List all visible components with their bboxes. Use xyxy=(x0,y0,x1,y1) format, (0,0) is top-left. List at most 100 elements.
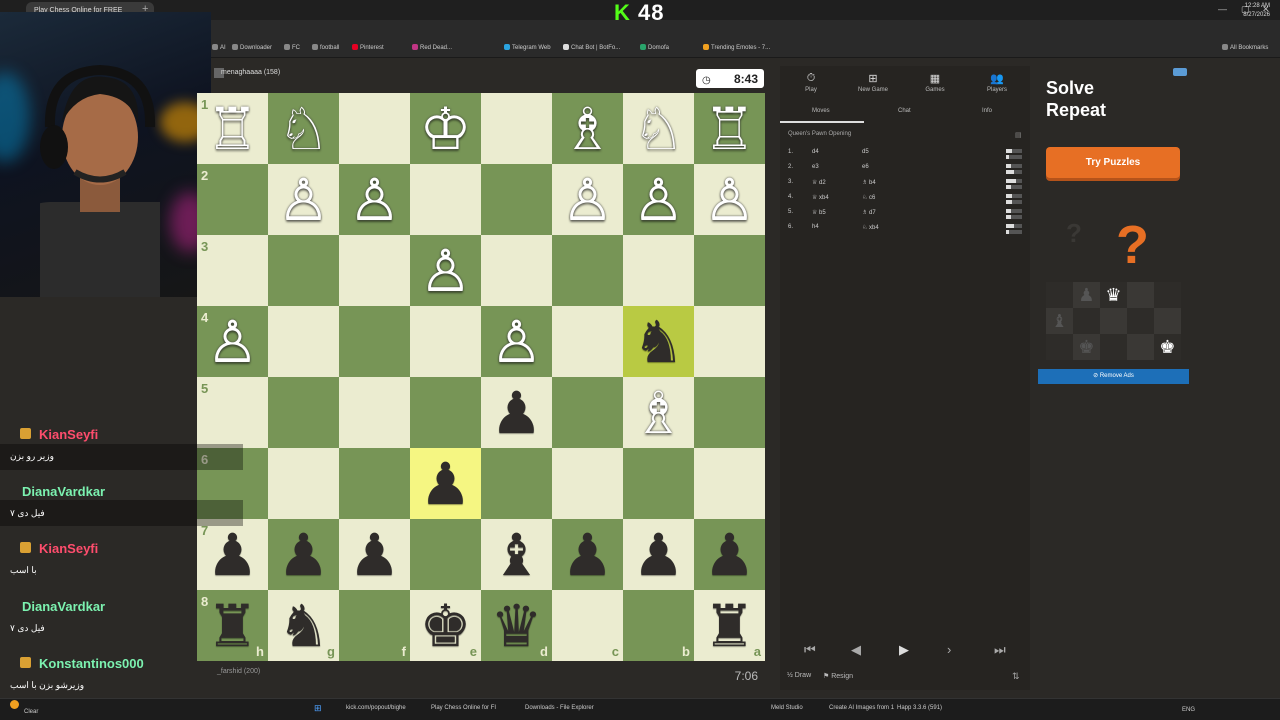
chess-piece[interactable]: ♟ xyxy=(207,526,259,584)
bookmark-item[interactable]: All Bookmarks xyxy=(1222,44,1268,51)
board-square[interactable] xyxy=(339,306,410,377)
board-square[interactable] xyxy=(339,448,410,519)
chess-piece[interactable]: ♟ xyxy=(562,526,614,584)
first-move-icon[interactable]: ⏮ xyxy=(804,642,816,658)
board-square[interactable]: ♟ xyxy=(481,377,552,448)
board-square[interactable] xyxy=(268,235,339,306)
board-square[interactable]: ♟ xyxy=(268,519,339,590)
board-square[interactable]: ♜ a xyxy=(694,590,765,661)
board-square[interactable]: ♙ xyxy=(410,235,481,306)
tab-moves[interactable]: Moves xyxy=(812,108,830,114)
bookmark-item[interactable]: FC xyxy=(284,44,300,51)
board-square[interactable]: ♙ xyxy=(694,164,765,235)
bookmark-item[interactable]: Pinterest xyxy=(352,44,384,51)
board-square[interactable] xyxy=(410,306,481,377)
chess-piece[interactable]: ♙ xyxy=(633,171,685,229)
move-text[interactable]: ♗ d7 xyxy=(862,209,876,216)
bookmark-item[interactable]: Downloader xyxy=(232,44,272,51)
chess-piece[interactable]: ♛ xyxy=(491,597,543,655)
board-square[interactable] xyxy=(410,377,481,448)
board-square[interactable]: ♞ g xyxy=(268,590,339,661)
board-square[interactable] xyxy=(410,519,481,590)
forward-icon[interactable]: › xyxy=(947,642,951,657)
move-text[interactable]: h4 xyxy=(812,224,819,230)
try-puzzles-button[interactable]: Try Puzzles xyxy=(1046,147,1180,178)
board-square[interactable]: b xyxy=(623,590,694,661)
nav-play[interactable]: ⏱ Play xyxy=(780,72,842,93)
chess-piece[interactable]: ♟ xyxy=(349,526,401,584)
board-square[interactable]: f xyxy=(339,590,410,661)
resign-button[interactable]: ⚑ Resign xyxy=(823,672,853,680)
move-text[interactable]: ♕ d2 xyxy=(812,179,826,186)
board-square[interactable]: ♛ d xyxy=(481,590,552,661)
move-text[interactable]: ♘ xb4 xyxy=(862,224,879,231)
chess-piece[interactable]: ♙ xyxy=(278,171,330,229)
chess-piece[interactable]: ♙ xyxy=(207,313,259,371)
chess-piece[interactable]: ♖ xyxy=(704,100,756,158)
board-square[interactable] xyxy=(339,93,410,164)
prev-move-icon[interactable]: ◀ xyxy=(851,642,861,658)
board-square[interactable] xyxy=(481,93,552,164)
chess-piece[interactable]: ♟ xyxy=(704,526,756,584)
board-square[interactable]: ♔ xyxy=(410,93,481,164)
nav-new-game[interactable]: ⊞ New Game xyxy=(842,72,904,93)
language-indicator[interactable]: ENG xyxy=(1182,707,1195,713)
board-square[interactable]: 2 xyxy=(197,164,268,235)
board-square[interactable]: ♟ 7 xyxy=(197,519,268,590)
board-square[interactable] xyxy=(552,448,623,519)
board-square[interactable]: ♙ xyxy=(339,164,410,235)
move-text[interactable]: e3 xyxy=(812,164,819,170)
book-icon[interactable]: ▤ xyxy=(1015,131,1022,139)
chess-piece[interactable]: ♝ xyxy=(491,526,543,584)
board-square[interactable]: ♙ 4 xyxy=(197,306,268,377)
tab-chat[interactable]: Chat xyxy=(898,108,911,114)
board-square[interactable]: ♗ xyxy=(623,377,694,448)
board-square[interactable]: ♟ xyxy=(694,519,765,590)
board-square[interactable]: ♟ xyxy=(552,519,623,590)
board-square[interactable] xyxy=(694,306,765,377)
draw-button[interactable]: ½ Draw xyxy=(787,672,811,679)
chess-piece[interactable]: ♟ xyxy=(633,526,685,584)
bookmark-item[interactable]: football xyxy=(312,44,339,51)
board-square[interactable]: c xyxy=(552,590,623,661)
bookmark-item[interactable]: Telegram Web xyxy=(504,44,551,51)
minimize-icon[interactable]: — xyxy=(1218,4,1227,14)
board-square[interactable] xyxy=(552,377,623,448)
move-text[interactable]: d5 xyxy=(862,149,869,155)
chess-piece[interactable]: ♜ xyxy=(704,597,756,655)
board-square[interactable]: ♖ xyxy=(694,93,765,164)
start-icon[interactable]: ⊞ xyxy=(314,703,322,714)
board-square[interactable]: ♙ xyxy=(623,164,694,235)
move-text[interactable]: d4 xyxy=(812,149,819,155)
board-square[interactable]: ♖ 1 xyxy=(197,93,268,164)
bookmark-item[interactable]: Red Dead... xyxy=(412,44,452,51)
ad-choices-icon[interactable] xyxy=(1173,68,1187,76)
board-square[interactable]: ♗ xyxy=(552,93,623,164)
chess-piece[interactable]: ♗ xyxy=(562,100,614,158)
board-square[interactable] xyxy=(268,377,339,448)
board-square[interactable]: ♚ e xyxy=(410,590,481,661)
move-text[interactable]: ♘ c6 xyxy=(862,194,875,201)
board-square[interactable]: 3 xyxy=(197,235,268,306)
taskbar-clock[interactable]: 12:28 AM 8/27/2026 xyxy=(1243,2,1270,20)
board-square[interactable] xyxy=(623,448,694,519)
board-square[interactable]: ♙ xyxy=(552,164,623,235)
chess-piece[interactable]: ♜ xyxy=(207,597,259,655)
nav-players[interactable]: 👥 Players xyxy=(966,72,1028,93)
taskbar-app[interactable]: Happ 3.3.6 (591) xyxy=(897,705,942,711)
weather-icon[interactable] xyxy=(10,700,19,709)
chess-piece[interactable]: ♟ xyxy=(491,384,543,442)
remove-ads-button[interactable]: ⊘ Remove Ads xyxy=(1038,369,1189,384)
board-square[interactable] xyxy=(694,448,765,519)
chess-piece[interactable]: ♗ xyxy=(633,384,685,442)
move-text[interactable]: ♕ xb4 xyxy=(812,194,829,201)
board-square[interactable] xyxy=(339,235,410,306)
tab-info[interactable]: Info xyxy=(982,108,992,114)
chess-piece[interactable]: ♟ xyxy=(278,526,330,584)
taskbar-app[interactable]: Downloads - File Explorer xyxy=(525,705,594,711)
board-square[interactable]: ♙ xyxy=(268,164,339,235)
top-player-name[interactable]: menaghaaaa (158) xyxy=(221,69,280,76)
board-square[interactable]: ♝ xyxy=(481,519,552,590)
bookmark-item[interactable]: AI xyxy=(212,44,226,51)
chess-piece[interactable]: ♙ xyxy=(704,171,756,229)
